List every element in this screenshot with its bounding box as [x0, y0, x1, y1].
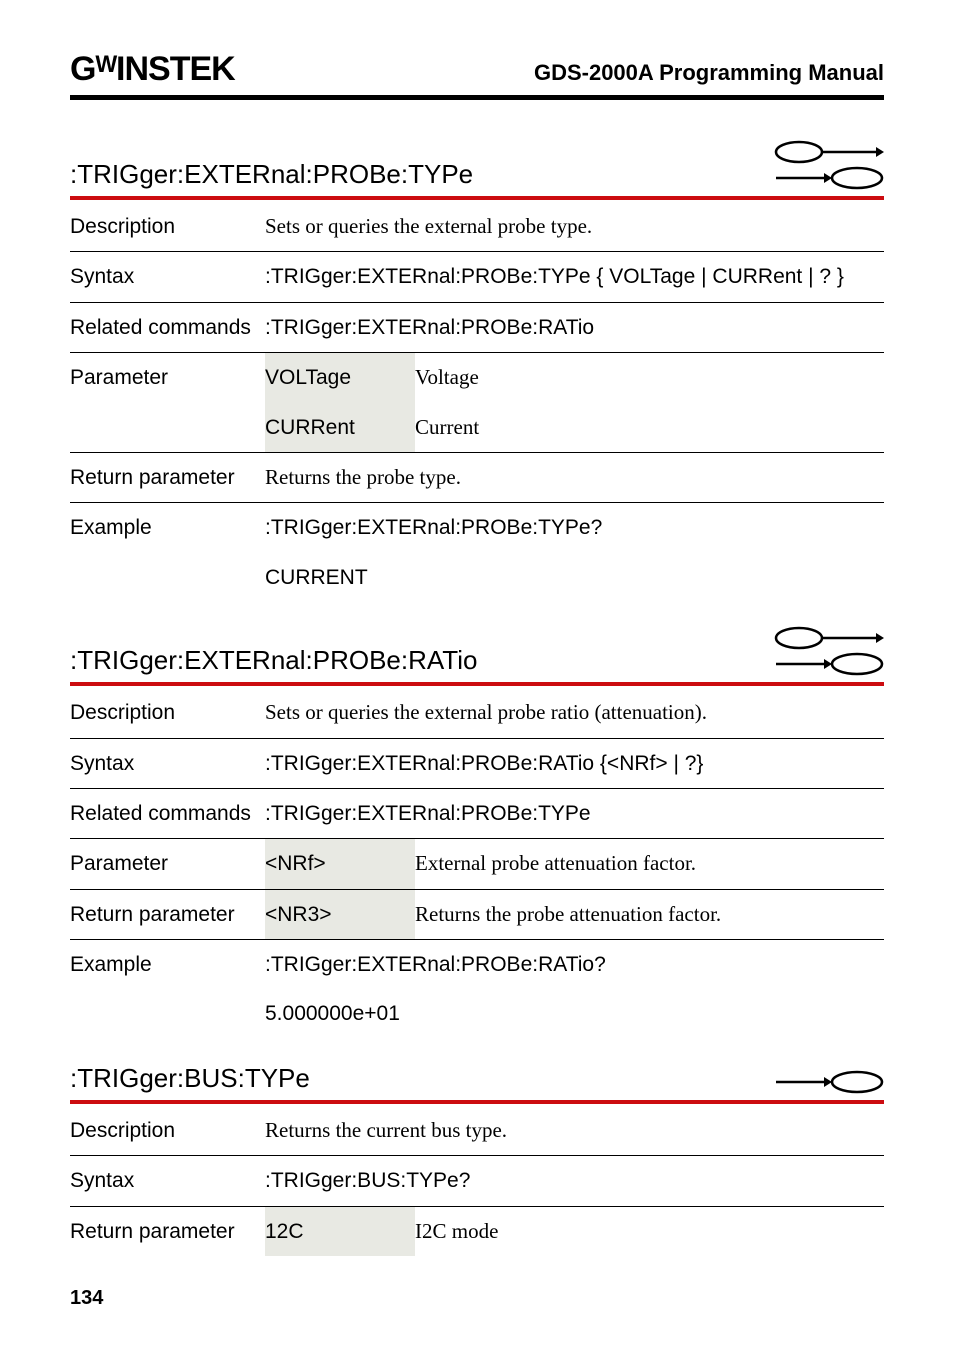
table-row: Return parameter<NR3>Returns the probe a…: [70, 889, 884, 939]
header-row: GᵂINSTEK GDS-2000A Programming Manual: [70, 50, 884, 89]
set-icon: [774, 652, 884, 676]
table-row: CURRENT: [70, 553, 884, 602]
row-label: Description: [70, 1106, 265, 1156]
row-content: :TRIGger:EXTERnal:PROBe:TYPe: [265, 788, 884, 838]
row-label: Description: [70, 202, 265, 252]
section-heading: :TRIGger:EXTERnal:PROBe:RATio: [70, 645, 477, 676]
row-content: Sets or queries the external probe ratio…: [265, 688, 884, 738]
table-row: Syntax:TRIGger:BUS:TYPe?: [70, 1156, 884, 1206]
row-value: I2C mode: [415, 1206, 884, 1256]
table-row: Related commands:TRIGger:EXTERnal:PROBe:…: [70, 788, 884, 838]
section-heading: :TRIGger:BUS:TYPe: [70, 1063, 310, 1094]
red-rule: [70, 682, 884, 686]
manual-title: GDS-2000A Programming Manual: [534, 60, 884, 86]
row-content: :TRIGger:EXTERnal:PROBe:TYPe { VOLTage |…: [265, 252, 884, 302]
table-row: CURRentCurrent: [70, 403, 884, 453]
table-row: Return parameter12CI2C mode: [70, 1206, 884, 1256]
row-label: Parameter: [70, 839, 265, 889]
row-value: External probe attenuation factor.: [415, 839, 884, 889]
param-table: DescriptionSets or queries the external …: [70, 202, 884, 602]
row-label: Return parameter: [70, 889, 265, 939]
row-label: Syntax: [70, 1156, 265, 1206]
table-row: Parameter<NRf>External probe attenuation…: [70, 839, 884, 889]
row-label: [70, 403, 265, 453]
row-label: [70, 553, 265, 602]
row-code: VOLTage: [265, 353, 415, 403]
icon-stack: [774, 140, 884, 190]
row-content: :TRIGger:EXTERnal:PROBe:RATio {<NRf> | ?…: [265, 738, 884, 788]
table-row: ParameterVOLTageVoltage: [70, 353, 884, 403]
row-value: Voltage: [415, 353, 884, 403]
row-content: 5.000000e+01: [265, 989, 884, 1038]
row-label: Parameter: [70, 353, 265, 403]
row-label: Example: [70, 503, 265, 553]
row-content: :TRIGger:EXTERnal:PROBe:RATio?: [265, 940, 884, 990]
header-rule: [70, 95, 884, 100]
table-row: DescriptionSets or queries the external …: [70, 202, 884, 252]
query-icon: [774, 140, 884, 164]
row-label: [70, 989, 265, 1038]
table-row: Example:TRIGger:EXTERnal:PROBe:TYPe?: [70, 503, 884, 553]
table-row: Example:TRIGger:EXTERnal:PROBe:RATio?: [70, 940, 884, 990]
row-label: Return parameter: [70, 452, 265, 502]
row-label: Related commands: [70, 302, 265, 352]
table-row: Syntax:TRIGger:EXTERnal:PROBe:TYPe { VOL…: [70, 252, 884, 302]
red-rule: [70, 1100, 884, 1104]
row-value: Returns the probe attenuation factor.: [415, 889, 884, 939]
row-content: Sets or queries the external probe type.: [265, 202, 884, 252]
section-heading-row: :TRIGger:EXTERnal:PROBe:TYPe: [70, 140, 884, 190]
section-heading: :TRIGger:EXTERnal:PROBe:TYPe: [70, 159, 473, 190]
row-content: :TRIGger:BUS:TYPe?: [265, 1156, 884, 1206]
param-table: DescriptionReturns the current bus type.…: [70, 1106, 884, 1256]
set-icon: [774, 1070, 884, 1094]
row-code: <NRf>: [265, 839, 415, 889]
table-row: DescriptionSets or queries the external …: [70, 688, 884, 738]
icon-stack: [774, 1070, 884, 1094]
row-content: :TRIGger:EXTERnal:PROBe:TYPe?: [265, 503, 884, 553]
row-code: <NR3>: [265, 889, 415, 939]
row-content: Returns the probe type.: [265, 452, 884, 502]
set-icon: [774, 166, 884, 190]
row-content: :TRIGger:EXTERnal:PROBe:RATio: [265, 302, 884, 352]
icon-stack: [774, 626, 884, 676]
page-number: 134: [70, 1287, 103, 1310]
table-row: Syntax:TRIGger:EXTERnal:PROBe:RATio {<NR…: [70, 738, 884, 788]
param-table: DescriptionSets or queries the external …: [70, 688, 884, 1039]
row-code: 12C: [265, 1206, 415, 1256]
table-row: Related commands:TRIGger:EXTERnal:PROBe:…: [70, 302, 884, 352]
section-heading-row: :TRIGger:BUS:TYPe: [70, 1063, 884, 1094]
row-label: Related commands: [70, 788, 265, 838]
query-icon: [774, 626, 884, 650]
table-row: Return parameterReturns the probe type.: [70, 452, 884, 502]
table-row: DescriptionReturns the current bus type.: [70, 1106, 884, 1156]
row-code: CURRent: [265, 403, 415, 453]
row-content: CURRENT: [265, 553, 884, 602]
red-rule: [70, 196, 884, 200]
sections-container: :TRIGger:EXTERnal:PROBe:TYPeDescriptionS…: [70, 140, 884, 1256]
table-row: 5.000000e+01: [70, 989, 884, 1038]
row-label: Example: [70, 940, 265, 990]
row-label: Syntax: [70, 738, 265, 788]
row-label: Syntax: [70, 252, 265, 302]
row-content: Returns the current bus type.: [265, 1106, 884, 1156]
row-value: Current: [415, 403, 884, 453]
row-label: Return parameter: [70, 1206, 265, 1256]
brand-logo: GᵂINSTEK: [70, 50, 235, 89]
row-label: Description: [70, 688, 265, 738]
section-heading-row: :TRIGger:EXTERnal:PROBe:RATio: [70, 626, 884, 676]
